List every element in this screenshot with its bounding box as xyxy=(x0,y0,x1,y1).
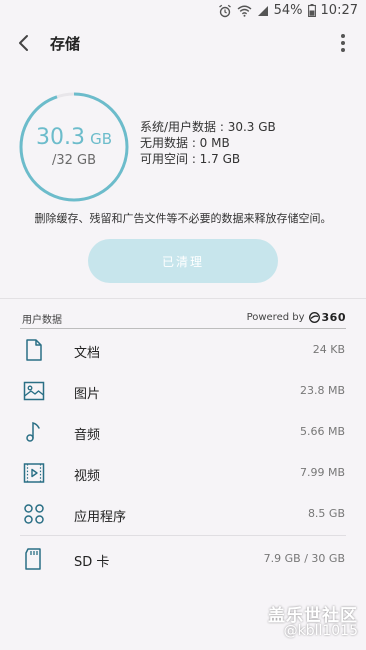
list-item-video[interactable]: 视频 7.99 MB xyxy=(0,452,366,493)
video-icon xyxy=(23,463,45,483)
list-item-size: 7.99 MB xyxy=(299,466,345,479)
list-item-label: SD 卡 xyxy=(74,555,110,570)
used-storage: 30.3 GB xyxy=(18,125,130,150)
section-divider xyxy=(0,298,366,299)
list-item-apps[interactable]: 应用程序 8.5 GB xyxy=(0,493,366,534)
used-storage-value: 30.3 xyxy=(36,125,85,150)
used-storage-unit: GB xyxy=(90,130,112,148)
list-item-label: 视频 xyxy=(74,469,101,484)
brand-360-logo: 360 xyxy=(308,311,346,324)
more-options-button[interactable] xyxy=(340,34,346,52)
status-bar: 54% 10:27 xyxy=(0,0,366,24)
battery-percent: 54% xyxy=(273,3,303,18)
available-space-stat: 可用空间 : 1.7 GB xyxy=(140,152,241,166)
music-note-icon xyxy=(26,422,40,442)
clean-description: 删除缓存、残留和广告文件等不必要的数据来释放存储空间。 xyxy=(34,212,332,225)
list-item-audio[interactable]: 音频 5.66 MB xyxy=(0,411,366,452)
list-item-size: 8.5 GB xyxy=(307,507,345,520)
apps-icon xyxy=(24,504,44,524)
storage-usage-text: 30.3 GB /32 GB xyxy=(18,91,130,203)
chevron-left-icon xyxy=(19,35,28,51)
list-item-images[interactable]: 图片 23.8 MB xyxy=(0,370,366,411)
powered-by-label: Powered by xyxy=(246,312,305,323)
sd-card-divider xyxy=(20,535,346,536)
image-icon xyxy=(23,381,45,401)
app-bar: 存储 xyxy=(0,24,366,64)
clean-button[interactable]: 已清理 xyxy=(88,239,278,283)
list-item-label: 音频 xyxy=(74,428,101,443)
signal-icon xyxy=(257,5,268,16)
list-item-documents[interactable]: 文档 24 KB xyxy=(0,329,366,370)
list-item-label: 应用程序 xyxy=(74,510,127,525)
clock-time: 10:27 xyxy=(320,3,358,18)
user-data-header: 用户数据 xyxy=(22,315,62,326)
brand-360-text: 360 xyxy=(321,311,346,324)
page-title: 存储 xyxy=(50,35,81,53)
360-logo-icon xyxy=(308,312,320,323)
list-item-label: 图片 xyxy=(74,387,101,402)
list-item-size: 24 KB xyxy=(312,343,345,356)
list-item-size: 7.9 GB / 30 GB xyxy=(263,552,345,565)
list-item-sd-card[interactable]: SD 卡 7.9 GB / 30 GB xyxy=(0,538,366,579)
powered-by: Powered by 360 xyxy=(247,311,346,324)
back-button[interactable] xyxy=(14,32,36,54)
sd-card-icon xyxy=(25,548,41,570)
storage-stats: 系统/用户数据 : 30.3 GB 无用数据 : 0 MB 可用空间 : 1.7… xyxy=(140,119,276,167)
battery-icon xyxy=(307,4,316,17)
more-vert-icon xyxy=(341,34,345,38)
list-item-label: 文档 xyxy=(74,346,101,361)
total-storage: /32 GB xyxy=(51,153,97,168)
document-icon xyxy=(26,339,42,361)
unused-data-stat: 无用数据 : 0 MB xyxy=(140,136,230,150)
alarm-icon xyxy=(218,4,231,17)
list-item-size: 5.66 MB xyxy=(299,425,345,438)
wifi-icon xyxy=(237,5,252,17)
system-user-data-stat: 系统/用户数据 : 30.3 GB xyxy=(140,120,276,134)
watermark-username: @kbll1015 xyxy=(283,623,358,639)
list-item-size: 23.8 MB xyxy=(299,384,345,397)
